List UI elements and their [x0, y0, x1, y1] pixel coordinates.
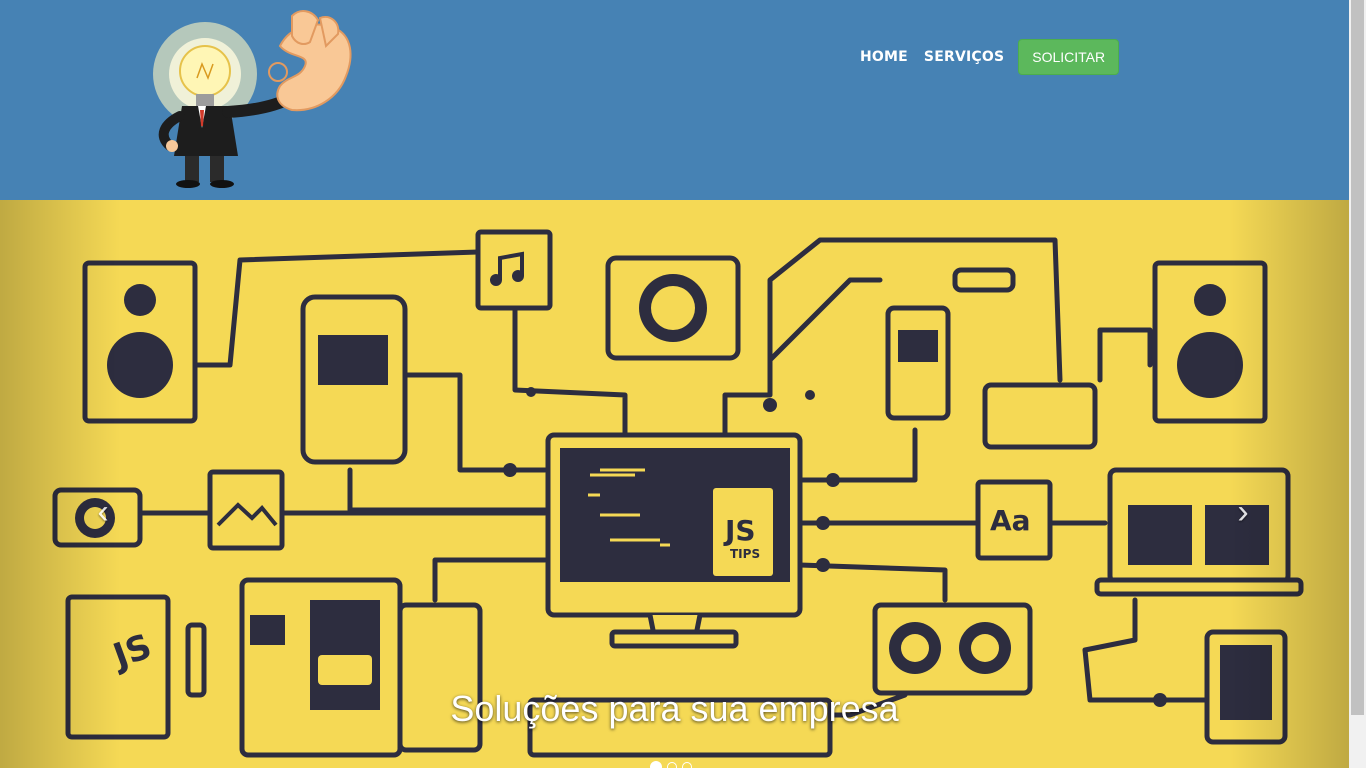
js-tips-small-label: TIPS [730, 547, 760, 561]
solicitar-button[interactable]: SOLICITAR [1018, 39, 1120, 75]
vertical-scrollbar[interactable] [1349, 0, 1366, 768]
site-logo[interactable] [140, 6, 360, 191]
chevron-right-icon: › [1237, 493, 1249, 531]
page: HOME SERVIÇOS SOLICITAR JS JS TIPS Aa ‹ … [0, 0, 1349, 768]
carousel-caption: Soluções para sua empresa [450, 688, 899, 729]
carousel-left-shade [0, 200, 120, 768]
nav-servicos-link[interactable]: SERVIÇOS [916, 49, 1012, 65]
nav-home-link[interactable]: HOME [852, 49, 916, 65]
carousel-next-button[interactable]: › [1228, 492, 1258, 532]
carousel-indicator-2[interactable] [667, 762, 677, 768]
carousel-right-shade [1229, 200, 1349, 768]
main-nav: HOME SERVIÇOS SOLICITAR [852, 39, 1120, 75]
connected-devices-illustration: JS JS TIPS Aa [52, 229, 1304, 758]
scrollbar-thumb[interactable] [1351, 0, 1364, 715]
carousel-indicator-1[interactable] [650, 761, 662, 768]
site-header: HOME SERVIÇOS SOLICITAR [0, 0, 1349, 200]
hero-carousel: JS JS TIPS Aa ‹ › Soluções para sua empr… [0, 200, 1349, 768]
js-tips-label: JS [723, 514, 756, 547]
carousel-prev-button[interactable]: ‹ [88, 492, 118, 532]
carousel-indicator-3[interactable] [682, 762, 692, 768]
chevron-left-icon: ‹ [97, 493, 109, 531]
carousel-indicators [650, 761, 692, 768]
font-card-label: Aa [990, 504, 1031, 537]
